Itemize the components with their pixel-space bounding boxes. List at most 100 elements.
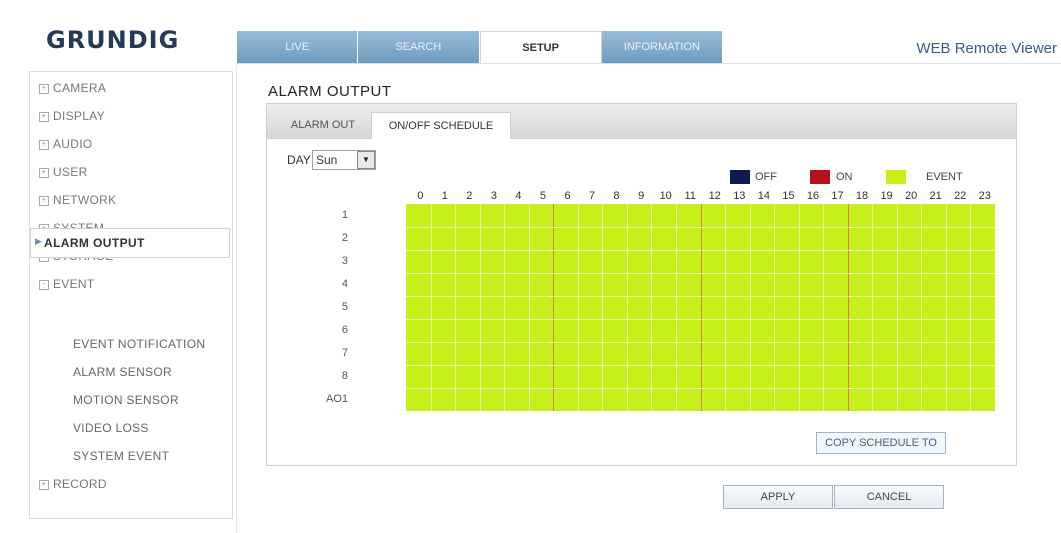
content-divider [236, 63, 237, 533]
sidebar-subitem-motion-sensor[interactable]: MOTION SENSOR [73, 393, 179, 407]
grid-column-divider [528, 204, 530, 411]
hour-label: 9 [638, 190, 645, 202]
cancel-button[interactable]: CANCEL [834, 485, 944, 509]
hour-label: 10 [659, 190, 672, 202]
grid-column-divider [700, 204, 702, 411]
hour-label: 13 [733, 190, 746, 202]
legend-event-label: EVENT [926, 171, 963, 183]
day-label: DAY [287, 153, 311, 167]
hour-label: 15 [782, 190, 795, 202]
legend-off-label: OFF [755, 171, 777, 183]
grid-column-divider [479, 204, 481, 411]
hour-label: 20 [904, 190, 918, 202]
grid-column-divider [430, 204, 432, 411]
grid-column-divider [872, 204, 874, 411]
sidebar-item-label: RECORD [53, 477, 107, 491]
tab-search[interactable]: SEARCH [358, 31, 480, 63]
hour-label: 7 [589, 190, 596, 202]
tab-on-off-schedule[interactable]: ON/OFF SCHEDULE [371, 112, 511, 139]
grid-column-divider [455, 204, 457, 411]
hour-label: 0 [417, 190, 424, 202]
tab-live[interactable]: LIVE [237, 31, 359, 63]
hour-label: 1 [441, 190, 448, 202]
grid-column-divider [921, 204, 923, 411]
hour-label: 17 [831, 190, 844, 202]
grid-column-divider [626, 204, 628, 411]
schedule-grid[interactable] [406, 204, 995, 411]
hour-label: 2 [466, 190, 473, 202]
row-label: 5 [341, 301, 348, 313]
row-label: 8 [341, 370, 348, 382]
grid-row-divider [406, 388, 995, 389]
grid-column-divider [577, 204, 579, 411]
sidebar-subitem-event-notification[interactable]: EVENT NOTIFICATION [73, 337, 205, 351]
hour-label: 11 [684, 190, 696, 202]
expand-icon: + [39, 195, 49, 206]
apply-button[interactable]: APPLY [723, 485, 833, 509]
app-title: WEB Remote Viewer [916, 40, 1057, 57]
expand-icon: + [39, 479, 49, 490]
hour-label: 12 [708, 190, 721, 202]
sidebar-subitem-alarm-sensor[interactable]: ALARM SENSOR [73, 365, 172, 379]
grid-row-divider [406, 250, 995, 251]
expand-icon: + [39, 167, 49, 178]
sidebar-item-network[interactable]: + NETWORK [39, 193, 116, 207]
copy-schedule-button[interactable]: COPY SCHEDULE TO [816, 432, 946, 454]
tab-alarm-out[interactable]: ALARM OUT [277, 112, 369, 138]
sidebar-item-camera[interactable]: + CAMERA [39, 81, 106, 95]
sidebar-item-label: USER [53, 165, 88, 179]
grid-row-divider [406, 296, 995, 297]
sidebar-item-label: NETWORK [53, 193, 117, 207]
grid-column-divider [798, 204, 800, 411]
tab-information[interactable]: INFORMATION [601, 31, 723, 63]
sidebar-item-event[interactable]: − EVENT [39, 277, 95, 291]
hour-label: 6 [564, 190, 571, 202]
row-label: 3 [341, 255, 348, 267]
collapse-icon: − [39, 279, 49, 290]
grundig-logo: GRUNDIG [46, 26, 180, 54]
grid-column-divider [970, 204, 972, 411]
sidebar-subitem-alarm-output[interactable]: ▶ ALARM OUTPUT [30, 228, 230, 258]
grid-column-divider [553, 204, 555, 411]
hour-label: 14 [757, 190, 770, 202]
sidebar-item-label: DISPLAY [53, 109, 105, 123]
grid-row-divider [406, 227, 995, 228]
row-label: AO1 [325, 393, 348, 405]
legend-on-label: ON [836, 171, 853, 183]
expand-icon: + [39, 139, 49, 150]
sidebar-item-label: EVENT [53, 277, 95, 291]
grid-column-divider [896, 204, 898, 411]
chevron-down-icon: ▼ [357, 151, 375, 169]
expand-icon: + [39, 111, 49, 122]
tab-setup[interactable]: SETUP [479, 31, 602, 64]
legend-event-swatch [886, 170, 906, 184]
sidebar-subitem-system-event[interactable]: SYSTEM EVENT [73, 449, 169, 463]
day-select[interactable]: Sun ▼ [312, 150, 376, 170]
grid-column-divider [847, 204, 849, 411]
sidebar-subitem-video-loss[interactable]: VIDEO LOSS [73, 421, 149, 435]
sidebar-item-user[interactable]: + USER [39, 165, 88, 179]
legend-off-swatch [730, 170, 750, 184]
grid-row-divider [406, 319, 995, 320]
arrow-right-icon: ▶ [35, 236, 42, 246]
row-label: 4 [341, 278, 348, 290]
row-label: 2 [341, 232, 348, 244]
grid-column-divider [675, 204, 677, 411]
sidebar-item-display[interactable]: + DISPLAY [39, 109, 105, 123]
hour-label: 5 [539, 190, 547, 202]
sidebar-item-audio[interactable]: + AUDIO [39, 137, 93, 151]
page-title: ALARM OUTPUT [268, 83, 392, 100]
hour-label: 21 [929, 190, 942, 202]
hour-label: 19 [880, 190, 893, 202]
sub-tabs: ALARM OUT ON/OFF SCHEDULE [267, 104, 1016, 139]
grid-column-divider [504, 204, 506, 411]
hour-label: 23 [978, 190, 991, 202]
hour-label: 18 [855, 190, 869, 202]
hour-label: 8 [613, 190, 620, 202]
sidebar-item-record[interactable]: + RECORD [39, 477, 107, 491]
grid-column-divider [725, 204, 727, 411]
sidebar-item-label: AUDIO [53, 137, 93, 151]
day-select-value: Sun [316, 153, 338, 167]
grid-column-divider [823, 204, 825, 411]
row-label: 6 [341, 324, 348, 336]
